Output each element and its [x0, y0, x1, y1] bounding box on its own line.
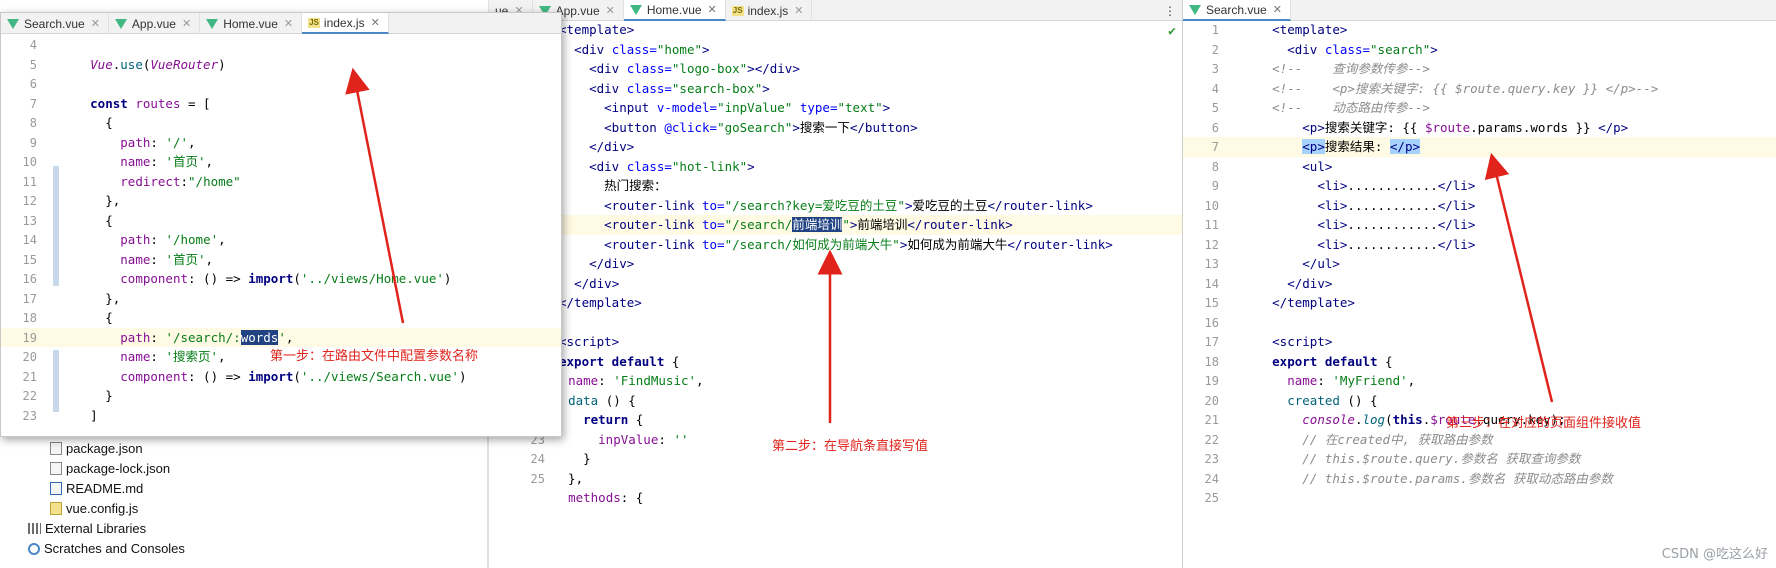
close-icon[interactable]: ✕	[182, 17, 191, 30]
js-icon: JS	[731, 5, 744, 16]
close-icon[interactable]: ✕	[284, 17, 293, 30]
annotation-step1: 第一步：在路由文件中配置参数名称	[270, 349, 479, 364]
json-file-icon	[50, 442, 62, 455]
library-icon	[28, 523, 41, 534]
more-options-icon[interactable]: ⋮	[1164, 4, 1176, 18]
index-js-editor[interactable]: Search.vue ✕ App.vue ✕ Home.vue ✕ JS index.j…	[0, 12, 562, 437]
code-area[interactable]: 1 <template> 2 <div class="search"> 3 <!…	[1183, 20, 1776, 568]
tree-item-package-json[interactable]: package.json	[50, 441, 143, 456]
editor-tabbar: ue ✕ App.vue ✕ Home.vue ✕ JS index.js ✕	[489, 0, 1182, 21]
watermark: CSDN @吃这么好	[1661, 547, 1768, 562]
annotation-step2: 第二步：在导航条直接写值	[772, 439, 929, 454]
annotation-step3: 第三步：在对应的页面组件接收值	[1446, 416, 1642, 431]
tree-item-label: package.json	[66, 441, 143, 456]
editor-tabbar: Search.vue ✕	[1183, 0, 1776, 21]
vue-icon	[206, 18, 219, 29]
tab-search-vue[interactable]: Search.vue ✕	[1, 13, 109, 34]
close-icon[interactable]: ✕	[371, 16, 380, 29]
markdown-file-icon	[50, 482, 62, 495]
home-vue-editor[interactable]: ue ✕ App.vue ✕ Home.vue ✕ JS index.js ✕ ⋮ ✔ <…	[488, 0, 1182, 568]
close-icon[interactable]: ✕	[91, 17, 100, 30]
json-file-icon	[50, 462, 62, 475]
tab-home-vue[interactable]: Home.vue ✕	[200, 13, 303, 34]
tab-label: Search.vue	[1206, 2, 1267, 17]
vue-icon	[1189, 4, 1201, 15]
tab-label: App.vue	[555, 3, 600, 18]
tab-search-vue[interactable]: Search.vue ✕	[1183, 0, 1291, 21]
project-tree[interactable]: package.json package-lock.json README.md…	[0, 437, 488, 568]
tab-label: Home.vue	[646, 2, 702, 17]
search-vue-editor[interactable]: Search.vue ✕ 1 <template> 2 <div class="s…	[1182, 0, 1776, 568]
tree-item-label: README.md	[66, 481, 144, 496]
tab-label: index.js	[323, 15, 365, 30]
tab-label: App.vue	[131, 16, 176, 31]
close-icon[interactable]: ✕	[1273, 3, 1282, 16]
tree-item-external-libraries[interactable]: External Libraries	[28, 521, 146, 536]
editor-tabbar: Search.vue ✕ App.vue ✕ Home.vue ✕ JS index.j…	[1, 13, 561, 34]
tree-item-label: Scratches and Consoles	[44, 541, 185, 556]
js-file-icon	[50, 502, 62, 515]
vue-icon	[114, 18, 127, 29]
close-icon[interactable]: ✕	[708, 3, 717, 16]
vue-icon	[629, 4, 642, 15]
close-icon[interactable]: ✕	[606, 4, 615, 17]
scratches-icon	[28, 542, 40, 555]
vue-icon	[7, 18, 19, 29]
tab-index-js[interactable]: JS index.js ✕	[302, 13, 389, 34]
tree-item-vue-config-js[interactable]: vue.config.js	[50, 501, 138, 516]
close-icon[interactable]: ✕	[794, 4, 803, 17]
tree-item-label: External Libraries	[45, 521, 147, 536]
js-icon: JS	[308, 17, 320, 28]
tab-index-js[interactable]: JS index.js ✕	[726, 0, 813, 21]
tree-item-label: package-lock.json	[66, 461, 171, 476]
tree-item-readme-md[interactable]: README.md	[50, 481, 143, 496]
code-area[interactable]: <template> <div class="home"> <div class…	[489, 20, 1182, 568]
tab-app-vue[interactable]: App.vue ✕	[109, 13, 201, 34]
tree-item-package-lock-json[interactable]: package-lock.json	[50, 461, 170, 476]
code-area[interactable]: 4 5 Vue.use(VueRouter) 6 7 const routes …	[1, 35, 561, 436]
tree-item-scratches-and-consoles[interactable]: Scratches and Consoles	[28, 541, 185, 556]
tab-label: Search.vue	[24, 16, 85, 31]
tab-label: Home.vue	[223, 16, 278, 31]
tab-home-vue[interactable]: Home.vue ✕	[623, 0, 726, 21]
tree-item-label: vue.config.js	[66, 501, 139, 516]
tab-label: index.js	[747, 3, 789, 18]
